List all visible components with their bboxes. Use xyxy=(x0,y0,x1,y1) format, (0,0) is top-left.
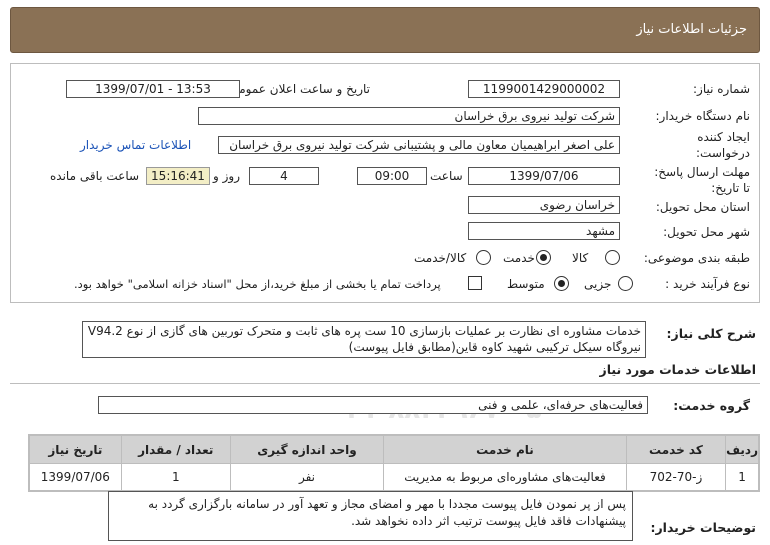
category-option-goods-service: کالا/خدمت xyxy=(414,251,467,265)
need-number-field: 1199001429000002 xyxy=(468,80,620,98)
buyer-label: نام دستگاه خریدار: xyxy=(655,109,751,123)
cell-unit: نفر xyxy=(229,463,385,491)
process-option-medium: متوسط xyxy=(507,277,545,291)
category-option-goods: کالا xyxy=(572,251,589,265)
remaining-label: ساعت باقی مانده xyxy=(50,169,140,183)
buyer-notes-box: پس از پر نمودن فایل پیوست مجددا با مهر و… xyxy=(108,491,633,541)
cell-quantity: 1 xyxy=(120,463,231,491)
col-service-code: کد خدمت xyxy=(625,435,727,464)
cell-need-date: 1399/07/06 xyxy=(29,463,122,491)
announce-label: تاریخ و ساعت اعلان عمومی: xyxy=(225,82,370,96)
category-option-service: خدمت xyxy=(503,251,535,265)
service-group-label: گروه خدمت: xyxy=(673,398,750,413)
city-field: مشهد xyxy=(468,222,620,240)
services-section-title: اطلاعات خدمات مورد نیاز xyxy=(599,362,757,377)
buyer-field: شرکت تولید نیروی برق خراسان xyxy=(198,107,620,125)
deadline-label-1: مهلت ارسال پاسخ: xyxy=(654,165,750,179)
days-label: روز و xyxy=(213,169,240,183)
category-radio-goods-service[interactable] xyxy=(476,250,491,265)
table-header-row: ردیف کد خدمت نام خدمت واحد اندازه گیری ت… xyxy=(29,435,759,464)
category-radio-goods[interactable] xyxy=(605,250,620,265)
days-field: 4 xyxy=(249,167,319,185)
process-radio-minor[interactable] xyxy=(618,276,633,291)
treasury-payment-note: پرداخت تمام یا بخشی از مبلغ خرید،از محل … xyxy=(74,277,441,291)
summary-box: خدمات مشاوره ای نظارت بر عملیات بازسازی … xyxy=(82,321,646,358)
cell-row-number: 1 xyxy=(725,463,759,491)
service-group-field: فعالیت‌های حرفه‌ای، علمی و فنی xyxy=(98,396,648,414)
col-unit: واحد اندازه گیری xyxy=(229,435,385,464)
process-radio-medium[interactable] xyxy=(554,276,569,291)
creator-label-1: ایجاد کننده xyxy=(697,130,750,144)
process-option-minor: جزیی xyxy=(584,277,612,291)
section-divider xyxy=(10,383,760,384)
deadline-date-field: 1399/07/06 xyxy=(468,167,620,185)
creator-field: علی اصغر ابراهیمیان معاون مالی و پشتیبان… xyxy=(218,136,620,154)
buyer-notes-label: توضیحات خریدار: xyxy=(650,520,756,535)
summary-label: شرح کلی نیاز: xyxy=(666,326,756,341)
remaining-time-field: 15:16:41 xyxy=(146,167,210,185)
page-title: جزئیات اطلاعات نیاز xyxy=(636,22,747,37)
col-need-date: تاریخ نیاز xyxy=(29,435,122,464)
summary-line-2: نیروگاه سیکل ترکیبی شهید کاوه قاین(مطابق… xyxy=(348,340,641,354)
cell-service-code: ز-70-702 xyxy=(625,463,727,491)
contact-buyer-link[interactable]: اطلاعات تماس خریدار xyxy=(80,138,191,152)
summary-line-1: خدمات مشاوره ای نظارت بر عملیات بازسازی … xyxy=(87,324,641,338)
category-label: طبقه بندی موضوعی: xyxy=(643,251,750,265)
time-label: ساعت xyxy=(430,169,463,183)
treasury-payment-checkbox[interactable] xyxy=(468,276,482,290)
province-field: خراسان رضوی xyxy=(468,196,620,214)
col-row-number: ردیف xyxy=(725,435,759,464)
deadline-label-2: تا تاریخ: xyxy=(711,181,750,195)
page-header: جزئیات اطلاعات نیاز xyxy=(10,7,760,53)
creator-label-2: درخواست: xyxy=(696,146,750,160)
col-quantity: تعداد / مقدار xyxy=(120,435,231,464)
city-label: شهر محل تحویل: xyxy=(663,225,750,239)
province-label: استان محل تحویل: xyxy=(655,200,750,214)
services-table: ردیف کد خدمت نام خدمت واحد اندازه گیری ت… xyxy=(28,434,760,492)
col-service-name: نام خدمت xyxy=(383,435,627,464)
announce-field: 1399/07/01 - 13:53 xyxy=(66,80,240,98)
process-label: نوع فرآیند خرید : xyxy=(665,277,750,291)
category-radio-service[interactable] xyxy=(536,250,551,265)
cell-service-name: فعالیت‌های مشاوره‌ای مربوط به مدیریت xyxy=(383,463,627,491)
need-number-label: شماره نیاز: xyxy=(693,82,750,96)
table-row: 1 ز-70-702 فعالیت‌های مشاوره‌ای مربوط به… xyxy=(29,463,759,491)
deadline-time-field: 09:00 xyxy=(357,167,427,185)
